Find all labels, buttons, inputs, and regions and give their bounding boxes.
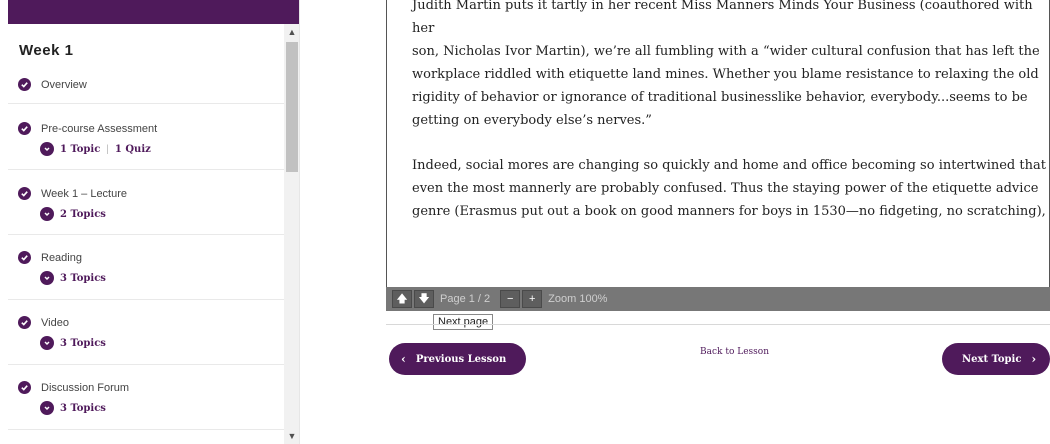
chevron-left-icon: ‹ bbox=[401, 352, 406, 366]
quiz-count: 1 Quiz bbox=[114, 143, 151, 155]
topic-count: 2 Topics bbox=[60, 208, 106, 220]
next-page-tooltip: Next page bbox=[433, 314, 494, 330]
text-line: rigidity of behavior or ignorance of tra… bbox=[412, 90, 1028, 105]
check-icon bbox=[18, 187, 31, 200]
topic-count: 3 Topics bbox=[60, 402, 106, 414]
topic-count: 3 Topics bbox=[60, 337, 106, 349]
lesson-item-week-1-lecture[interactable]: Week 1 – Lecture 2 Topics bbox=[8, 170, 284, 235]
text-line: even the most mannerly are probably conf… bbox=[412, 181, 1039, 196]
lesson-label: Overview bbox=[41, 78, 87, 91]
chevron-right-icon: › bbox=[1031, 352, 1037, 366]
course-sidebar: Week 1 Overview Pre-course Assessment 1 … bbox=[0, 0, 300, 444]
scroll-up-arrow-icon[interactable]: ▲ bbox=[284, 24, 299, 40]
sidebar-scrollbar[interactable]: ▲ ▼ bbox=[284, 24, 299, 444]
text-line: Indeed, social mores are changing so qui… bbox=[412, 158, 1046, 173]
previous-page-arrow-icon[interactable]: 🡅 bbox=[392, 290, 412, 308]
text-line: genre (Erasmus put out a book on good ma… bbox=[412, 204, 1046, 219]
check-icon bbox=[18, 122, 31, 135]
sidebar-top-bar bbox=[8, 0, 299, 24]
scroll-down-arrow-icon[interactable]: ▼ bbox=[284, 428, 299, 444]
text-line: getting on everybody else’s nerves.” bbox=[412, 113, 652, 128]
check-icon bbox=[18, 251, 31, 264]
back-to-lesson-link[interactable]: Back to Lesson bbox=[700, 347, 769, 357]
chevron-down-icon bbox=[40, 207, 54, 221]
lesson-item-pre-course-assessment[interactable]: Pre-course Assessment 1 Topic | 1 Quiz bbox=[8, 104, 284, 170]
chevron-down-icon bbox=[40, 336, 54, 350]
lesson-item-overview[interactable]: Overview bbox=[8, 24, 284, 104]
next-topic-label: Next Topic bbox=[962, 353, 1022, 365]
page-indicator: Page 1 / 2 bbox=[440, 293, 491, 305]
divider bbox=[386, 324, 1050, 325]
document-paragraph: Judith Martin puts it tartly in her rece… bbox=[412, 0, 1049, 132]
check-icon bbox=[18, 316, 31, 329]
lesson-sub-toggle[interactable]: 3 Topics bbox=[40, 401, 106, 415]
lesson-sub-toggle[interactable]: 3 Topics bbox=[40, 336, 106, 350]
topic-count: 3 Topics bbox=[60, 272, 106, 284]
lesson-label: Reading bbox=[41, 251, 82, 264]
document-viewer: Judith Martin puts it tartly in her rece… bbox=[386, 0, 1050, 287]
text-line: workplace riddled with etiquette land mi… bbox=[412, 67, 1039, 82]
next-page-arrow-icon[interactable]: 🡇 bbox=[414, 290, 434, 308]
lesson-sub-toggle[interactable]: 2 Topics bbox=[40, 207, 106, 221]
chevron-down-icon bbox=[40, 142, 54, 156]
chevron-down-icon bbox=[40, 401, 54, 415]
zoom-in-button[interactable]: + bbox=[522, 290, 543, 308]
previous-lesson-label: Previous Lesson bbox=[415, 353, 507, 365]
text-line: son, Nicholas Ivor Martin), we’re all fu… bbox=[412, 44, 1040, 59]
topic-count: 1 Topic bbox=[60, 143, 101, 155]
lesson-label: Discussion Forum bbox=[41, 381, 130, 394]
document-paragraph: Indeed, social mores are changing so qui… bbox=[412, 154, 1049, 223]
zoom-out-button[interactable]: − bbox=[500, 290, 521, 308]
lesson-label: Pre-course Assessment bbox=[41, 122, 158, 135]
lesson-sub-toggle[interactable]: 1 Topic | 1 Quiz bbox=[40, 142, 151, 156]
lesson-item-video[interactable]: Video 3 Topics bbox=[8, 300, 284, 365]
check-icon bbox=[18, 381, 31, 394]
text-line: Judith Martin puts it tartly in her rece… bbox=[412, 0, 1033, 36]
zoom-indicator: Zoom 100% bbox=[548, 293, 608, 305]
chevron-down-icon bbox=[40, 271, 54, 285]
lesson-label: Video bbox=[41, 316, 69, 329]
next-topic-button[interactable]: Next Topic › bbox=[942, 343, 1050, 375]
previous-lesson-button[interactable]: ‹ Previous Lesson bbox=[389, 343, 526, 375]
separator: | bbox=[106, 143, 109, 155]
lesson-item-discussion-forum[interactable]: Discussion Forum 3 Topics bbox=[8, 365, 284, 430]
lesson-item-reading[interactable]: Reading 3 Topics bbox=[8, 235, 284, 300]
lesson-label: Week 1 – Lecture bbox=[41, 187, 128, 200]
lesson-list: Week 1 Overview Pre-course Assessment 1 … bbox=[8, 24, 284, 444]
viewer-toolbar: 🡅 🡇 Page 1 / 2 − + Zoom 100% bbox=[386, 287, 1050, 311]
lesson-sub-toggle[interactable]: 3 Topics bbox=[40, 271, 106, 285]
scroll-thumb[interactable] bbox=[286, 42, 298, 172]
check-icon bbox=[18, 78, 31, 91]
